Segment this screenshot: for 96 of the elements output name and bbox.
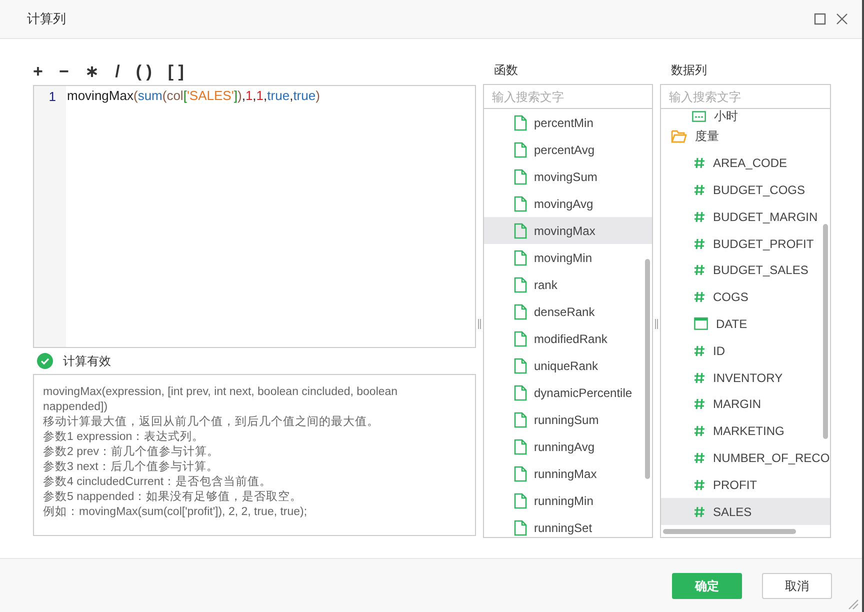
column-item[interactable]: BUDGET_MARGIN (661, 203, 830, 230)
calendar-icon (692, 110, 706, 122)
document-icon (514, 384, 527, 400)
column-item[interactable]: SALES (661, 498, 830, 525)
line-number: 1 (48, 89, 57, 104)
search-field[interactable]: 输入搜索文字 (660, 84, 831, 109)
column-item[interactable]: PROFIT (661, 471, 830, 498)
description-line: 参数3 next：后几个值参与计算。 (43, 460, 220, 475)
code-line: movingMax(sum(col['SALES']),1,1,true,true) (66, 87, 320, 105)
function-item[interactable]: dynamicPercentile (484, 379, 652, 406)
document-icon (514, 330, 527, 346)
document-icon (514, 520, 527, 536)
function-item[interactable]: uniqueRank (484, 352, 652, 379)
description-line: 移动计算最大值，返回从前几个值，到后几个值之间的最大值。 (43, 415, 380, 430)
column-item[interactable]: INVENTORY (661, 364, 830, 391)
document-icon (514, 466, 527, 482)
scrollbar[interactable] (645, 259, 650, 479)
description-line: 参数4 cincludedCurrent：是否包含当前值。 (43, 475, 273, 490)
folder-item[interactable]: 度量 (661, 123, 830, 150)
document-icon (514, 168, 527, 184)
hash-icon (694, 184, 705, 196)
panel-label: 数据列 (670, 62, 708, 79)
hash-icon (694, 425, 705, 438)
hash-icon (694, 264, 705, 276)
document-icon (514, 114, 527, 130)
description-line: 参数2 prev：前几个值参与计算。 (43, 445, 220, 460)
column-item[interactable]: BUDGET_COGS (661, 176, 830, 204)
hash-icon (694, 344, 705, 357)
panel-label: 函数 (493, 62, 519, 79)
column-item[interactable]: DATE (661, 310, 830, 338)
function-item[interactable]: movingSum (484, 163, 652, 190)
column-item[interactable]: MARGIN (661, 390, 830, 418)
function-item[interactable]: rank (484, 271, 652, 298)
operator-button[interactable]: [ ] (162, 62, 190, 82)
document-icon (514, 358, 527, 374)
hash-icon (694, 291, 705, 304)
document-icon (514, 222, 527, 238)
function-item[interactable]: runningMax (484, 460, 652, 487)
function-item[interactable]: runningSum (484, 406, 652, 433)
document-icon (514, 304, 527, 320)
open-folder-icon (671, 129, 687, 144)
resize-grip-icon[interactable] (847, 598, 859, 610)
column-item[interactable]: BUDGET_SALES (661, 256, 830, 284)
function-item[interactable]: runningSet (484, 514, 652, 537)
column-item[interactable]: 小时 (661, 109, 830, 123)
hash-icon (694, 506, 705, 518)
hash-icon (694, 372, 705, 384)
hash-icon (694, 398, 705, 410)
document-icon (514, 196, 527, 212)
close-icon[interactable] (836, 13, 848, 25)
operator-button[interactable]: − (52, 62, 75, 82)
operator-button[interactable]: + (33, 62, 49, 82)
operator-button[interactable]: / (109, 62, 126, 82)
document-icon (514, 438, 527, 454)
search-field[interactable]: 输入搜索文字 (483, 84, 653, 109)
window-title: 计算列 (27, 10, 66, 28)
document-icon (514, 492, 527, 508)
document-icon (514, 250, 527, 266)
operator-button[interactable]: ∗ (78, 62, 106, 82)
description-line: 参数5 nappended：如果没有足够值，是否取空。 (43, 490, 304, 505)
column-item[interactable]: COGS (661, 284, 830, 311)
hash-icon (694, 452, 705, 464)
splitter-handle[interactable] (655, 318, 658, 328)
calendar-icon (694, 317, 708, 330)
function-item[interactable]: movingMin (484, 244, 652, 271)
validation-message: 计算有效 (63, 352, 111, 370)
scrollbar[interactable] (663, 529, 796, 534)
code-editor[interactable]: 1 movingMax(sum(col['SALES']),1,1,true,true) (33, 85, 476, 348)
document-icon (514, 412, 527, 428)
column-item[interactable]: ID (661, 337, 830, 364)
scrollbar[interactable] (823, 224, 828, 439)
function-item[interactable]: runningMin (484, 487, 652, 514)
function-item[interactable]: percentMin (484, 109, 652, 136)
hash-icon (694, 157, 705, 170)
function-item[interactable]: movingMax (484, 217, 652, 244)
column-item[interactable]: AREA_CODE (661, 150, 830, 177)
description-line: 例如：movingMax(sum(col['profit']), 2, 2, true, true); (43, 505, 308, 520)
function-item[interactable]: runningAvg (484, 433, 652, 460)
hash-icon (694, 210, 705, 223)
function-item[interactable]: modifiedRank (484, 325, 652, 352)
function-item[interactable]: percentAvg (484, 136, 652, 163)
cancel-button[interactable]: 取消 (762, 573, 832, 599)
description-line: 参数1 expression：表达式列。 (43, 430, 206, 445)
column-item[interactable]: MARKETING (661, 418, 830, 445)
function-item[interactable]: denseRank (484, 298, 652, 325)
maximize-icon[interactable] (814, 13, 826, 25)
description-line: movingMax(expression, [int prev, int next, boolean cincluded, boolean nappended]) (43, 385, 399, 415)
column-item[interactable]: BUDGET_PROFIT (661, 230, 830, 257)
document-icon (514, 142, 527, 158)
hash-icon (694, 478, 705, 491)
document-icon (514, 276, 527, 292)
function-item[interactable]: movingAvg (484, 190, 652, 217)
column-item[interactable]: NUMBER_OF_RECO (661, 444, 830, 472)
operator-button[interactable]: ( ) (130, 62, 158, 82)
hash-icon (694, 238, 705, 250)
splitter-handle[interactable] (478, 318, 481, 328)
